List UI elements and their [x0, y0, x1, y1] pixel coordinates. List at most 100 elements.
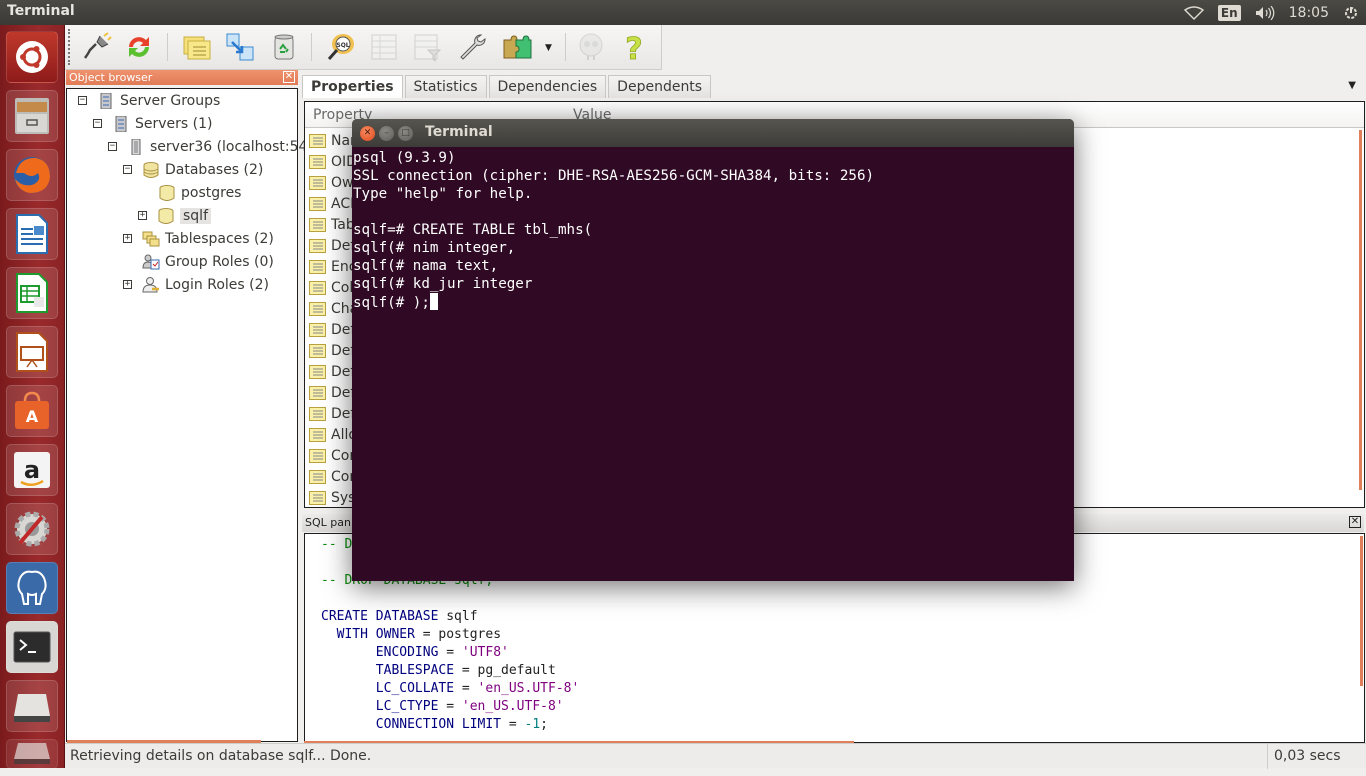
- refresh-button[interactable]: [123, 31, 155, 63]
- property-row[interactable]: Cor: [309, 466, 355, 487]
- close-icon[interactable]: ✕: [1349, 516, 1361, 528]
- plugins-button[interactable]: [501, 31, 533, 63]
- properties-tabs: Properties Statistics Dependencies Depen…: [302, 75, 713, 98]
- launcher-firefox[interactable]: [6, 149, 58, 201]
- expand-icon[interactable]: +: [123, 280, 132, 289]
- property-icon: [309, 406, 326, 421]
- toolbar-grip[interactable]: [68, 29, 71, 65]
- property-row[interactable]: Def: [309, 319, 355, 340]
- tree-item-server-groups[interactable]: − Server Groups: [78, 90, 220, 111]
- launcher-pgadmin[interactable]: [6, 562, 58, 614]
- property-row[interactable]: Ow: [309, 172, 353, 193]
- properties-button[interactable]: [181, 31, 213, 63]
- property-row[interactable]: Def: [309, 235, 355, 256]
- collapse-icon[interactable]: −: [78, 96, 87, 105]
- connect-button[interactable]: [81, 31, 113, 63]
- tree-item-servers[interactable]: − Servers (1): [93, 113, 213, 134]
- terminal-icon: [13, 631, 51, 663]
- property-icon: [309, 364, 326, 379]
- property-icon: [309, 238, 326, 253]
- sql-token: = postgres: [414, 627, 502, 642]
- object-browser-title: Object browser: [69, 71, 153, 84]
- sql-line: WITH OWNER = postgres: [321, 626, 1364, 644]
- object-browser-header: Object browser ✕: [66, 70, 298, 85]
- property-row[interactable]: Col: [309, 277, 353, 298]
- property-row[interactable]: Def: [309, 403, 355, 424]
- launcher-amazon[interactable]: a: [6, 444, 58, 496]
- property-row[interactable]: Enc: [309, 256, 356, 277]
- writer-icon: [16, 214, 48, 254]
- tree-item-tablespaces[interactable]: + Tablespaces (2): [123, 228, 274, 249]
- launcher-impress[interactable]: [6, 326, 58, 378]
- property-row[interactable]: OID: [309, 151, 357, 172]
- launcher-files[interactable]: [6, 90, 58, 142]
- window-close-button[interactable]: ✕: [360, 126, 375, 141]
- hints-button[interactable]: [575, 31, 607, 63]
- sql-line: TABLESPACE = pg_default: [321, 662, 1364, 680]
- tab-statistics[interactable]: Statistics: [404, 75, 487, 98]
- launcher-terminal[interactable]: [6, 621, 58, 673]
- property-row[interactable]: Def: [309, 340, 355, 361]
- view-data-button[interactable]: [368, 31, 400, 63]
- property-row[interactable]: Cha: [309, 298, 358, 319]
- drop-button[interactable]: [268, 31, 300, 63]
- launcher-drive-2[interactable]: [6, 739, 58, 769]
- property-row[interactable]: Def: [309, 361, 355, 382]
- tree-item-login-roles[interactable]: + Login Roles (2): [123, 274, 269, 295]
- wifi-icon[interactable]: [1177, 0, 1211, 25]
- launcher-software-center[interactable]: A: [6, 385, 58, 437]
- property-row[interactable]: Nar: [309, 130, 356, 151]
- tree-item-postgres[interactable]: postgres: [158, 182, 241, 203]
- property-row[interactable]: Sys: [309, 487, 355, 508]
- query-tool-button[interactable]: SQL: [325, 31, 357, 63]
- property-row[interactable]: ACL: [309, 193, 358, 214]
- launcher-drive[interactable]: [6, 680, 58, 732]
- collapse-icon[interactable]: −: [93, 119, 102, 128]
- tab-menu-dropdown-icon[interactable]: ▼: [1348, 80, 1356, 91]
- terminal-line-text: sqlf(# nama text,: [353, 258, 499, 274]
- launcher-calc[interactable]: [6, 267, 58, 319]
- property-row[interactable]: Tab: [309, 214, 355, 235]
- help-button[interactable]: ?: [618, 31, 650, 63]
- window-minimize-button[interactable]: –: [379, 126, 394, 141]
- collapse-icon[interactable]: −: [123, 165, 132, 174]
- window-maximize-button[interactable]: □: [398, 126, 413, 141]
- speaker-icon[interactable]: [1248, 0, 1282, 25]
- maintenance-button[interactable]: [456, 31, 488, 63]
- tab-dependencies[interactable]: Dependencies: [488, 75, 607, 98]
- property-row[interactable]: Allo: [309, 424, 357, 445]
- terminal-output[interactable]: psql (9.3.9) SSL connection (cipher: DHE-…: [352, 147, 1074, 311]
- tree-item-sqlf[interactable]: + sqlf: [138, 205, 211, 226]
- terminal-titlebar[interactable]: ✕ – □ Terminal: [352, 119, 1074, 147]
- property-icon: [309, 133, 326, 148]
- close-icon[interactable]: ✕: [283, 71, 295, 83]
- properties-scrollbar[interactable]: [1359, 130, 1362, 490]
- tab-properties[interactable]: Properties: [302, 75, 403, 98]
- expand-icon[interactable]: +: [123, 234, 132, 243]
- tab-dependents[interactable]: Dependents: [608, 75, 712, 98]
- table-icon: [371, 34, 397, 60]
- tree-item-databases[interactable]: − Databases (2): [123, 159, 263, 180]
- launcher-dash-home[interactable]: [6, 31, 58, 83]
- sql-vertical-scrollbar[interactable]: [1360, 536, 1363, 686]
- terminal-window[interactable]: ✕ – □ Terminal psql (9.3.9) SSL connectio…: [352, 119, 1074, 581]
- property-row[interactable]: Def: [309, 382, 355, 403]
- keyboard-layout-indicator[interactable]: En: [1211, 0, 1248, 25]
- plugins-dropdown-arrow[interactable]: ▼: [545, 43, 552, 53]
- sql-pane-title: SQL pan: [305, 516, 351, 529]
- property-row[interactable]: Cor: [309, 445, 355, 466]
- terminal-line: Type "help" for help.: [353, 185, 1074, 203]
- launcher-system-settings[interactable]: [6, 503, 58, 555]
- create-object-button[interactable]: [224, 31, 256, 63]
- file-cabinet-icon: [15, 98, 49, 134]
- collapse-icon[interactable]: −: [108, 142, 117, 151]
- expand-icon[interactable]: +: [138, 211, 147, 220]
- tree-item-group-roles[interactable]: Group Roles (0): [142, 251, 274, 272]
- status-elapsed-time: 0,03 secs: [1267, 744, 1341, 769]
- power-gear-icon[interactable]: [1336, 0, 1366, 25]
- tree-item-server36[interactable]: − server36 (localhost:54: [108, 136, 307, 157]
- launcher-writer[interactable]: [6, 208, 58, 260]
- terminal-line: sqlf(# nama text,: [353, 257, 1074, 275]
- view-filtered-data-button[interactable]: [411, 31, 443, 63]
- clock[interactable]: 18:05: [1282, 0, 1336, 25]
